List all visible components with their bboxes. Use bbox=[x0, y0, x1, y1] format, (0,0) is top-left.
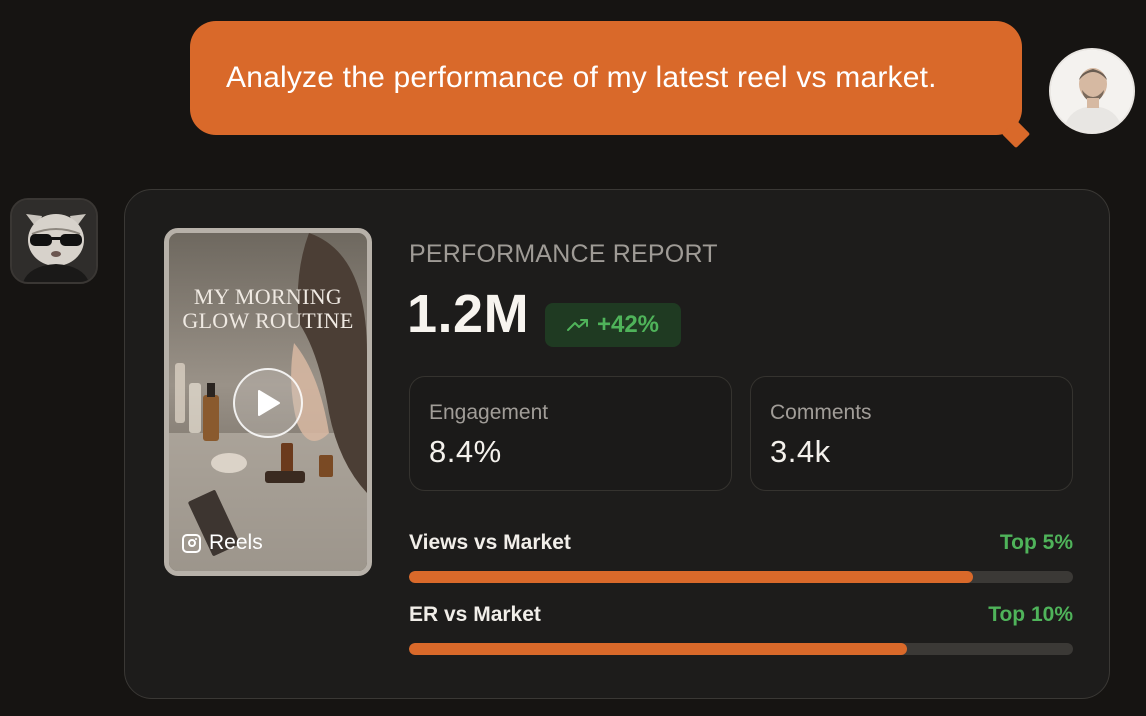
user-message-text: Analyze the performance of my latest ree… bbox=[226, 61, 937, 94]
comparison-label: Views vs Market bbox=[409, 531, 571, 554]
instagram-icon bbox=[182, 533, 201, 553]
reels-label: Reels bbox=[209, 531, 263, 554]
chat-thread: Analyze the performance of my latest ree… bbox=[0, 0, 1146, 716]
reel-title-line-1: MY MORNING bbox=[193, 284, 343, 309]
play-icon bbox=[258, 390, 280, 416]
comparison-rank: Top 10% bbox=[988, 603, 1073, 626]
user-avatar[interactable] bbox=[1049, 48, 1135, 134]
change-value: +42% bbox=[596, 311, 660, 338]
reel-thumbnail-title: MY MORNING GLOW ROUTINE bbox=[169, 285, 367, 333]
reels-tag: Reels bbox=[182, 531, 263, 555]
reel-title-line-2: GLOW ROUTINE bbox=[182, 308, 354, 333]
user-avatar-photo bbox=[1051, 50, 1133, 132]
views-metric: 1.2M bbox=[407, 284, 530, 344]
user-message-bubble: Analyze the performance of my latest ree… bbox=[190, 21, 1022, 135]
reel-thumbnail[interactable]: MY MORNING GLOW ROUTINE Reels bbox=[164, 228, 372, 576]
stat-label: Engagement bbox=[429, 401, 549, 424]
change-badge: +42% bbox=[545, 303, 681, 347]
progress-fill bbox=[409, 571, 974, 583]
comments-stat: Comments 3.4k bbox=[750, 376, 1073, 491]
engagement-stat: Engagement 8.4% bbox=[409, 376, 732, 491]
cat-with-sunglasses-avatar bbox=[12, 200, 96, 282]
stat-value: 8.4% bbox=[429, 434, 502, 469]
progress-track bbox=[409, 571, 1073, 583]
play-button[interactable] bbox=[233, 368, 303, 438]
stat-value: 3.4k bbox=[770, 434, 831, 469]
report-title: PERFORMANCE REPORT bbox=[409, 240, 718, 268]
trending-up-icon bbox=[566, 319, 588, 331]
stat-label: Comments bbox=[770, 401, 872, 424]
progress-fill bbox=[409, 643, 907, 655]
progress-track bbox=[409, 643, 1073, 655]
comparison-label: ER vs Market bbox=[409, 603, 541, 626]
comparison-rank: Top 5% bbox=[999, 531, 1073, 554]
assistant-avatar[interactable] bbox=[10, 198, 98, 284]
